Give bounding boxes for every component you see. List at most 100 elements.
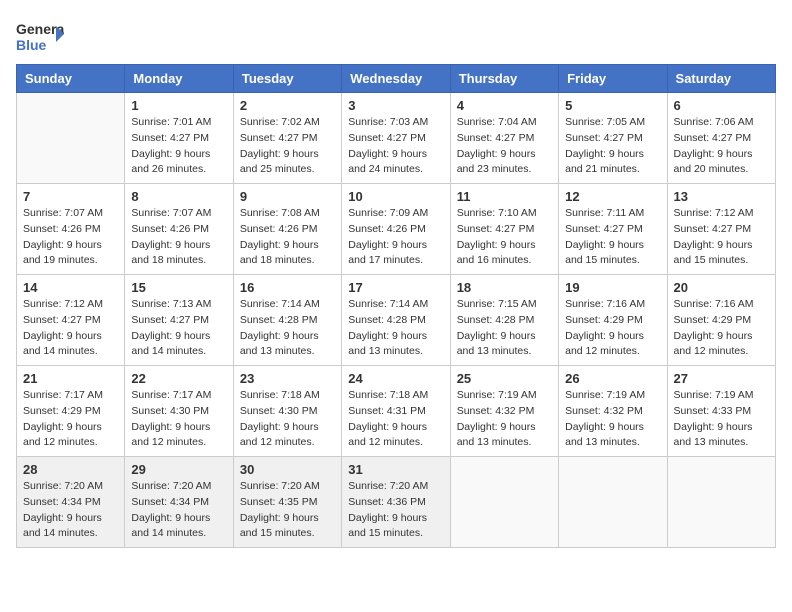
calendar-cell: 1 Sunrise: 7:01 AMSunset: 4:27 PMDaylight…: [125, 93, 233, 184]
calendar-weekday-friday: Friday: [559, 65, 667, 93]
day-info: Sunrise: 7:05 AMSunset: 4:27 PMDaylight:…: [565, 115, 660, 178]
calendar-cell: 15 Sunrise: 7:13 AMSunset: 4:27 PMDayligh…: [125, 275, 233, 366]
day-number: 27: [674, 371, 769, 386]
calendar-weekday-thursday: Thursday: [450, 65, 558, 93]
day-info: Sunrise: 7:17 AMSunset: 4:29 PMDaylight:…: [23, 388, 118, 451]
calendar-week-row: 21 Sunrise: 7:17 AMSunset: 4:29 PMDayligh…: [17, 366, 776, 457]
day-number: 4: [457, 98, 552, 113]
day-number: 10: [348, 189, 443, 204]
day-number: 5: [565, 98, 660, 113]
day-info: Sunrise: 7:18 AMSunset: 4:31 PMDaylight:…: [348, 388, 443, 451]
day-number: 15: [131, 280, 226, 295]
day-number: 25: [457, 371, 552, 386]
calendar-cell: 27Sunrise: 7:19 AMSunset: 4:33 PMDayligh…: [667, 366, 775, 457]
day-info: Sunrise: 7:10 AMSunset: 4:27 PMDaylight:…: [457, 206, 552, 269]
svg-text:Blue: Blue: [16, 37, 47, 53]
calendar-cell: 23 Sunrise: 7:18 AMSunset: 4:30 PMDayligh…: [233, 366, 341, 457]
calendar-cell: 22 Sunrise: 7:17 AMSunset: 4:30 PMDayligh…: [125, 366, 233, 457]
calendar-cell: 24 Sunrise: 7:18 AMSunset: 4:31 PMDayligh…: [342, 366, 450, 457]
logo: General Blue: [16, 16, 68, 56]
day-number: 9: [240, 189, 335, 204]
day-info: Sunrise: 7:19 AMSunset: 4:32 PMDaylight:…: [457, 388, 552, 451]
day-number: 22: [131, 371, 226, 386]
day-info: Sunrise: 7:13 AMSunset: 4:27 PMDaylight:…: [131, 297, 226, 360]
calendar-cell: 9Sunrise: 7:08 AMSunset: 4:26 PMDaylight…: [233, 184, 341, 275]
day-info: Sunrise: 7:15 AMSunset: 4:28 PMDaylight:…: [457, 297, 552, 360]
calendar-cell: 3Sunrise: 7:03 AMSunset: 4:27 PMDaylight…: [342, 93, 450, 184]
calendar-cell: 5 Sunrise: 7:05 AMSunset: 4:27 PMDaylight…: [559, 93, 667, 184]
calendar-cell: 13Sunrise: 7:12 AMSunset: 4:27 PMDayligh…: [667, 184, 775, 275]
day-number: 11: [457, 189, 552, 204]
page-header: General Blue: [16, 16, 776, 56]
day-info: Sunrise: 7:03 AMSunset: 4:27 PMDaylight:…: [348, 115, 443, 178]
day-number: 18: [457, 280, 552, 295]
day-info: Sunrise: 7:04 AMSunset: 4:27 PMDaylight:…: [457, 115, 552, 178]
day-info: Sunrise: 7:19 AMSunset: 4:32 PMDaylight:…: [565, 388, 660, 451]
calendar-cell: 4 Sunrise: 7:04 AMSunset: 4:27 PMDaylight…: [450, 93, 558, 184]
day-number: 14: [23, 280, 118, 295]
day-number: 16: [240, 280, 335, 295]
day-info: Sunrise: 7:20 AMSunset: 4:35 PMDaylight:…: [240, 479, 335, 542]
logo-icon: General Blue: [16, 16, 64, 56]
day-info: Sunrise: 7:07 AMSunset: 4:26 PMDaylight:…: [131, 206, 226, 269]
calendar-cell: [17, 93, 125, 184]
calendar-cell: 30Sunrise: 7:20 AMSunset: 4:35 PMDayligh…: [233, 457, 341, 548]
calendar-cell: 25 Sunrise: 7:19 AMSunset: 4:32 PMDayligh…: [450, 366, 558, 457]
calendar-cell: 12Sunrise: 7:11 AMSunset: 4:27 PMDayligh…: [559, 184, 667, 275]
day-info: Sunrise: 7:01 AMSunset: 4:27 PMDaylight:…: [131, 115, 226, 178]
day-number: 29: [131, 462, 226, 477]
calendar-cell: 18 Sunrise: 7:15 AMSunset: 4:28 PMDayligh…: [450, 275, 558, 366]
day-info: Sunrise: 7:06 AMSunset: 4:27 PMDaylight:…: [674, 115, 769, 178]
day-info: Sunrise: 7:02 AMSunset: 4:27 PMDaylight:…: [240, 115, 335, 178]
calendar-cell: 19Sunrise: 7:16 AMSunset: 4:29 PMDayligh…: [559, 275, 667, 366]
calendar-weekday-monday: Monday: [125, 65, 233, 93]
day-number: 13: [674, 189, 769, 204]
calendar-cell: [450, 457, 558, 548]
calendar-cell: 29 Sunrise: 7:20 AMSunset: 4:34 PMDayligh…: [125, 457, 233, 548]
day-info: Sunrise: 7:14 AMSunset: 4:28 PMDaylight:…: [240, 297, 335, 360]
day-number: 2: [240, 98, 335, 113]
calendar-cell: 20Sunrise: 7:16 AMSunset: 4:29 PMDayligh…: [667, 275, 775, 366]
calendar-weekday-sunday: Sunday: [17, 65, 125, 93]
day-number: 23: [240, 371, 335, 386]
day-info: Sunrise: 7:07 AMSunset: 4:26 PMDaylight:…: [23, 206, 118, 269]
day-info: Sunrise: 7:20 AMSunset: 4:36 PMDaylight:…: [348, 479, 443, 542]
calendar-cell: 21 Sunrise: 7:17 AMSunset: 4:29 PMDayligh…: [17, 366, 125, 457]
day-info: Sunrise: 7:09 AMSunset: 4:26 PMDaylight:…: [348, 206, 443, 269]
day-number: 17: [348, 280, 443, 295]
calendar-header-row: SundayMondayTuesdayWednesdayThursdayFrid…: [17, 65, 776, 93]
calendar-cell: 2 Sunrise: 7:02 AMSunset: 4:27 PMDaylight…: [233, 93, 341, 184]
calendar-week-row: 7 Sunrise: 7:07 AMSunset: 4:26 PMDaylight…: [17, 184, 776, 275]
day-info: Sunrise: 7:20 AMSunset: 4:34 PMDaylight:…: [23, 479, 118, 542]
day-info: Sunrise: 7:20 AMSunset: 4:34 PMDaylight:…: [131, 479, 226, 542]
day-number: 6: [674, 98, 769, 113]
day-info: Sunrise: 7:14 AMSunset: 4:28 PMDaylight:…: [348, 297, 443, 360]
day-number: 20: [674, 280, 769, 295]
calendar-week-row: 28 Sunrise: 7:20 AMSunset: 4:34 PMDayligh…: [17, 457, 776, 548]
day-number: 21: [23, 371, 118, 386]
calendar-cell: [667, 457, 775, 548]
day-number: 12: [565, 189, 660, 204]
calendar-cell: 8 Sunrise: 7:07 AMSunset: 4:26 PMDaylight…: [125, 184, 233, 275]
calendar-weekday-tuesday: Tuesday: [233, 65, 341, 93]
day-info: Sunrise: 7:12 AMSunset: 4:27 PMDaylight:…: [23, 297, 118, 360]
day-info: Sunrise: 7:17 AMSunset: 4:30 PMDaylight:…: [131, 388, 226, 451]
day-number: 28: [23, 462, 118, 477]
calendar-cell: 6 Sunrise: 7:06 AMSunset: 4:27 PMDaylight…: [667, 93, 775, 184]
day-info: Sunrise: 7:18 AMSunset: 4:30 PMDaylight:…: [240, 388, 335, 451]
day-number: 8: [131, 189, 226, 204]
day-number: 1: [131, 98, 226, 113]
calendar-cell: 7 Sunrise: 7:07 AMSunset: 4:26 PMDaylight…: [17, 184, 125, 275]
day-number: 7: [23, 189, 118, 204]
calendar-cell: 10 Sunrise: 7:09 AMSunset: 4:26 PMDayligh…: [342, 184, 450, 275]
day-info: Sunrise: 7:16 AMSunset: 4:29 PMDaylight:…: [565, 297, 660, 360]
calendar-week-row: 1 Sunrise: 7:01 AMSunset: 4:27 PMDaylight…: [17, 93, 776, 184]
day-number: 26: [565, 371, 660, 386]
calendar-cell: 26 Sunrise: 7:19 AMSunset: 4:32 PMDayligh…: [559, 366, 667, 457]
day-number: 31: [348, 462, 443, 477]
calendar-week-row: 14 Sunrise: 7:12 AMSunset: 4:27 PMDayligh…: [17, 275, 776, 366]
calendar-cell: 11 Sunrise: 7:10 AMSunset: 4:27 PMDayligh…: [450, 184, 558, 275]
calendar-table: SundayMondayTuesdayWednesdayThursdayFrid…: [16, 64, 776, 548]
calendar-weekday-wednesday: Wednesday: [342, 65, 450, 93]
day-number: 24: [348, 371, 443, 386]
